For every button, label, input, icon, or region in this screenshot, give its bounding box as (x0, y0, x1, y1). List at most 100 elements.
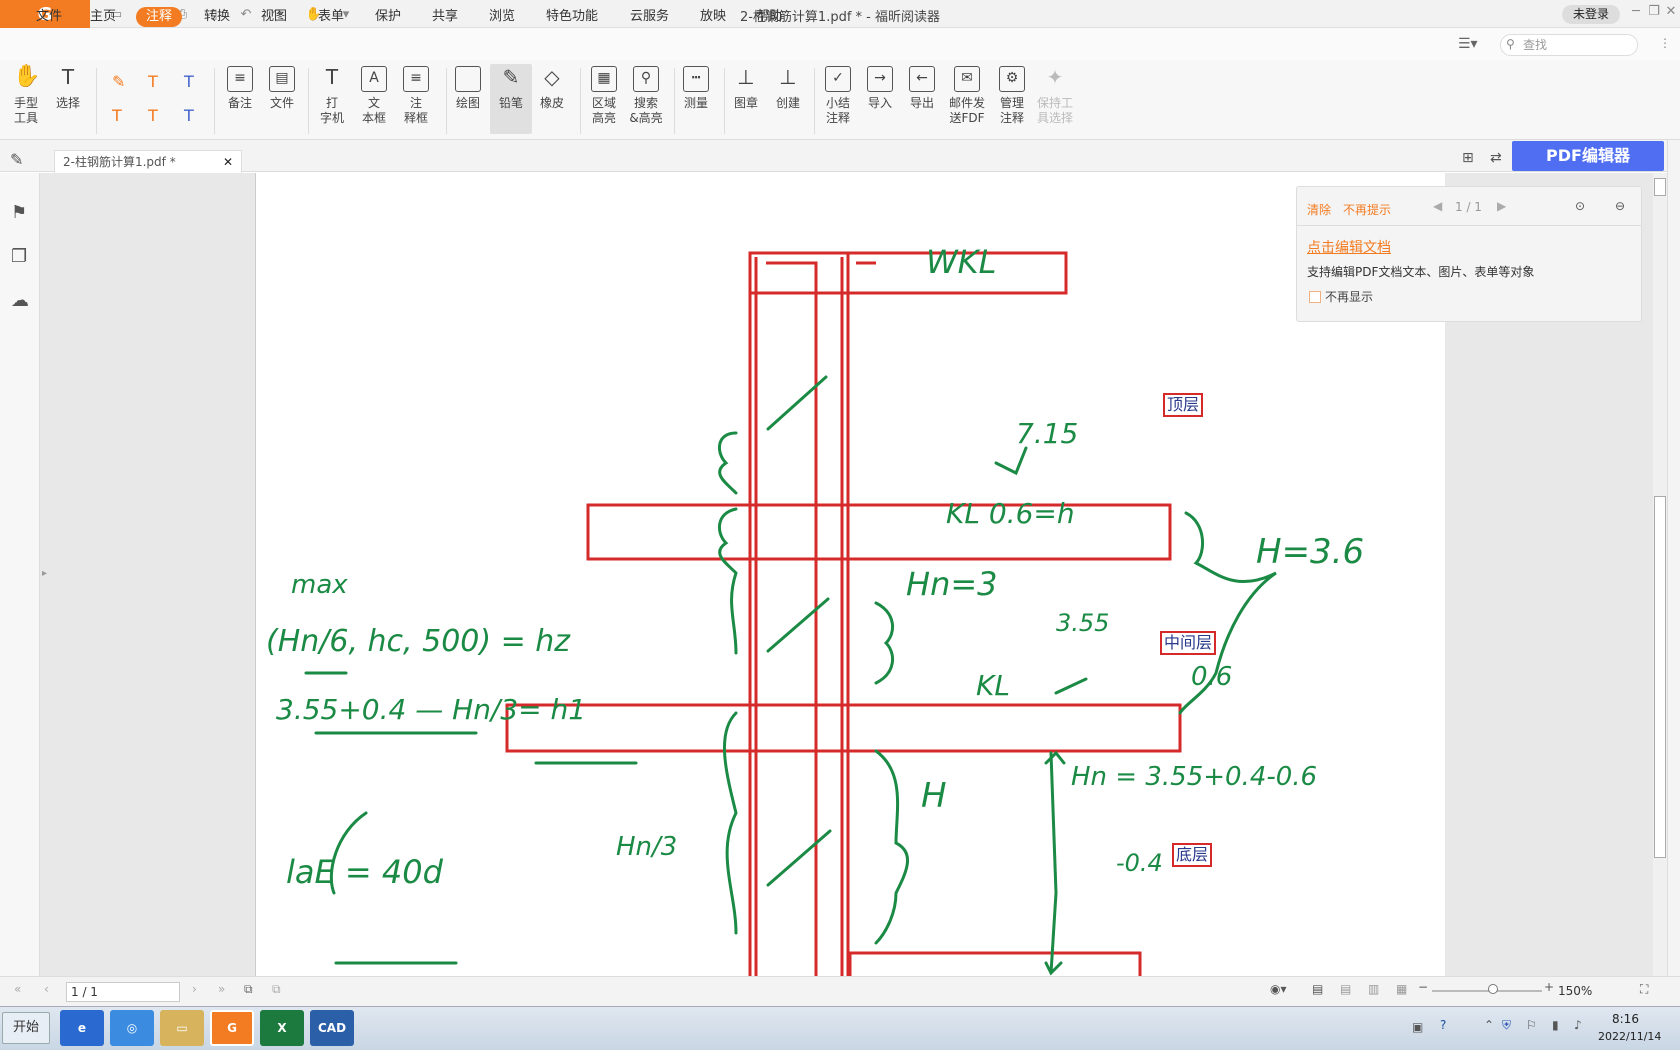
clock-time[interactable]: 8:16 (1612, 1012, 1639, 1026)
minimize-button[interactable]: ─ (1626, 4, 1646, 24)
comments-icon[interactable]: ☁ (11, 290, 29, 311)
fullscreen-icon[interactable]: ⛶ (1640, 982, 1648, 997)
menu-features[interactable]: 特色功能 (540, 7, 604, 27)
clear-link[interactable]: 清除 (1307, 201, 1331, 218)
menu-slideshow[interactable]: 放映 (694, 7, 732, 27)
no-prompt-link[interactable]: 不再提示 (1343, 201, 1391, 218)
collapse-icon[interactable]: ⊖ (1615, 199, 1625, 213)
note-button[interactable]: ≡ 备注 (222, 66, 258, 111)
zoom-out-button[interactable]: − (1418, 980, 1428, 994)
foxit-taskbar-icon[interactable]: G (210, 1010, 254, 1046)
measure-button[interactable]: ┅ 测量 (678, 66, 714, 111)
zoom-in-button[interactable]: + (1544, 980, 1554, 994)
eraser-button[interactable]: ◇ 橡皮 (534, 66, 570, 111)
menu-browse[interactable]: 浏览 (483, 7, 521, 27)
pencil-button[interactable]: ✎ 铅笔 (490, 64, 532, 134)
scroll-up-button[interactable] (1654, 178, 1666, 196)
file-attach-button[interactable]: ▤ 文件 (264, 66, 300, 111)
bookmark-icon[interactable]: ⚑ (11, 202, 27, 223)
summarize-button[interactable]: ✓ 小结 注释 (820, 66, 856, 126)
start-button[interactable]: 开始 (2, 1012, 50, 1044)
prev-tip-icon[interactable]: ◀ (1433, 199, 1442, 213)
strikeout-icon[interactable]: T (112, 106, 122, 125)
menu-view[interactable]: 视图 (255, 7, 293, 27)
menu-help[interactable]: 帮助 (750, 7, 788, 27)
pages-icon[interactable]: ❐ (11, 246, 27, 267)
last-page-icon[interactable]: » (218, 982, 225, 996)
edit-document-link[interactable]: 点击编辑文档 (1307, 237, 1391, 257)
dont-show-checkbox[interactable] (1309, 291, 1321, 303)
underline-icon[interactable]: T (148, 72, 158, 91)
pdf-page[interactable]: WKL KL 0.6=h KL H=3.6 Hn=3 max (Hn/6, hc… (255, 173, 1445, 976)
menu-convert[interactable]: 转换 (198, 7, 236, 27)
facing-icon[interactable]: ▥ (1368, 982, 1379, 996)
search-input[interactable]: 查找 (1500, 34, 1638, 56)
grid-view-icon[interactable]: ⊞ (1462, 150, 1474, 166)
hand-tool-button[interactable]: ✋ 手型 工具 (8, 66, 44, 126)
volume-icon[interactable]: ♪ (1574, 1018, 1582, 1032)
tray-icon[interactable]: ▣ (1412, 1020, 1423, 1034)
eye-view-icon[interactable]: ◉▾ (1270, 982, 1287, 996)
expand-panel-icon[interactable]: ▸ (42, 568, 47, 579)
typewriter-button[interactable]: T打 字机 (314, 66, 350, 126)
squiggly-icon[interactable]: T (184, 72, 194, 91)
ie-icon[interactable]: e (60, 1010, 104, 1046)
page-number-input[interactable]: 1 / 1 (66, 982, 180, 1002)
cover-icon[interactable]: ▦ (1396, 982, 1407, 996)
callout-button[interactable]: ≡ 注 释框 (398, 66, 434, 126)
browser-icon[interactable]: ◎ (110, 1010, 154, 1046)
explorer-icon[interactable]: ▭ (160, 1010, 204, 1046)
draw-button[interactable]: 绘图 (450, 66, 486, 111)
pdf-editor-button[interactable]: PDF编辑器 (1512, 141, 1664, 171)
undo-icon[interactable]: ↶ (236, 4, 256, 24)
select-tool-button[interactable]: T 选择 (50, 66, 86, 111)
scroll-thumb[interactable] (1654, 496, 1666, 858)
document-tab[interactable]: 2-柱钢筋计算1.pdf * ✕ (54, 150, 242, 174)
next-tip-icon[interactable]: ▶ (1497, 199, 1506, 213)
export-button[interactable]: ← 导出 (904, 66, 940, 111)
menu-cloud[interactable]: 云服务 (624, 7, 675, 27)
email-fdf-button[interactable]: ✉ 邮件发 送FDF (946, 66, 988, 126)
extract-icon[interactable]: ⧉ (272, 982, 281, 997)
menu-file[interactable]: 文件 (30, 7, 68, 27)
continuous-icon[interactable]: ▤ (1340, 982, 1351, 996)
first-page-icon[interactable]: « (14, 982, 21, 996)
single-page-icon[interactable]: ▤ (1312, 982, 1323, 996)
keep-tool-button[interactable]: ✦ 保持工 具选择 (1034, 66, 1076, 126)
shield-icon[interactable]: ⛨ (1502, 1018, 1511, 1033)
zoom-slider[interactable] (1432, 990, 1542, 992)
zoom-level[interactable]: 150% (1558, 984, 1592, 998)
insert-text-icon[interactable]: T (184, 106, 194, 125)
menu-protect[interactable]: 保护 (369, 7, 407, 27)
manage-comments-button[interactable]: ⚙ 管理 注释 (992, 66, 1032, 126)
close-window-button[interactable]: ✕ (1661, 4, 1680, 24)
replace-text-icon[interactable]: T (148, 106, 158, 125)
next-page-icon[interactable]: › (192, 982, 197, 996)
cad-icon[interactable]: CAD (310, 1010, 354, 1046)
create-button[interactable]: ⊥ 创建 (770, 66, 806, 111)
clock-date[interactable]: 2022/11/14 (1598, 1030, 1661, 1043)
menu-comment[interactable]: 注释 (136, 7, 183, 27)
import-button[interactable]: → 导入 (862, 66, 898, 111)
edit-pencil-icon[interactable]: ✎ (10, 150, 23, 169)
search-options-icon[interactable]: ☰▾ (1458, 36, 1478, 52)
prev-page-icon[interactable]: ‹ (44, 982, 49, 996)
flag-icon[interactable]: ⚐ (1526, 1018, 1537, 1032)
tray-expand-icon[interactable]: ⌃ (1484, 1018, 1494, 1032)
menu-form[interactable]: 表单 (312, 7, 350, 27)
sync-icon[interactable]: ⇄ (1490, 150, 1502, 166)
menu-share[interactable]: 共享 (426, 7, 464, 27)
settings-icon[interactable]: ⊙ (1575, 199, 1585, 213)
excel-icon[interactable]: X (260, 1010, 304, 1046)
menu-home[interactable]: 主页 (84, 7, 122, 27)
area-highlight-button[interactable]: ▦ 区域 高亮 (586, 66, 622, 126)
zoom-slider-thumb[interactable] (1488, 984, 1498, 994)
stamp-button[interactable]: ⊥ 图章 (728, 66, 764, 111)
textbox-button[interactable]: A文 本框 (356, 66, 392, 126)
highlight-icon[interactable]: ✎ (112, 72, 125, 91)
help-tray-icon[interactable]: ? (1440, 1018, 1446, 1032)
search-highlight-button[interactable]: ⚲ 搜索 &高亮 (626, 66, 666, 126)
network-icon[interactable]: ▮ (1552, 1018, 1559, 1032)
rotate-icon[interactable]: ⧉ (244, 982, 253, 997)
more-menu-icon[interactable]: ⋮ (1659, 36, 1671, 50)
